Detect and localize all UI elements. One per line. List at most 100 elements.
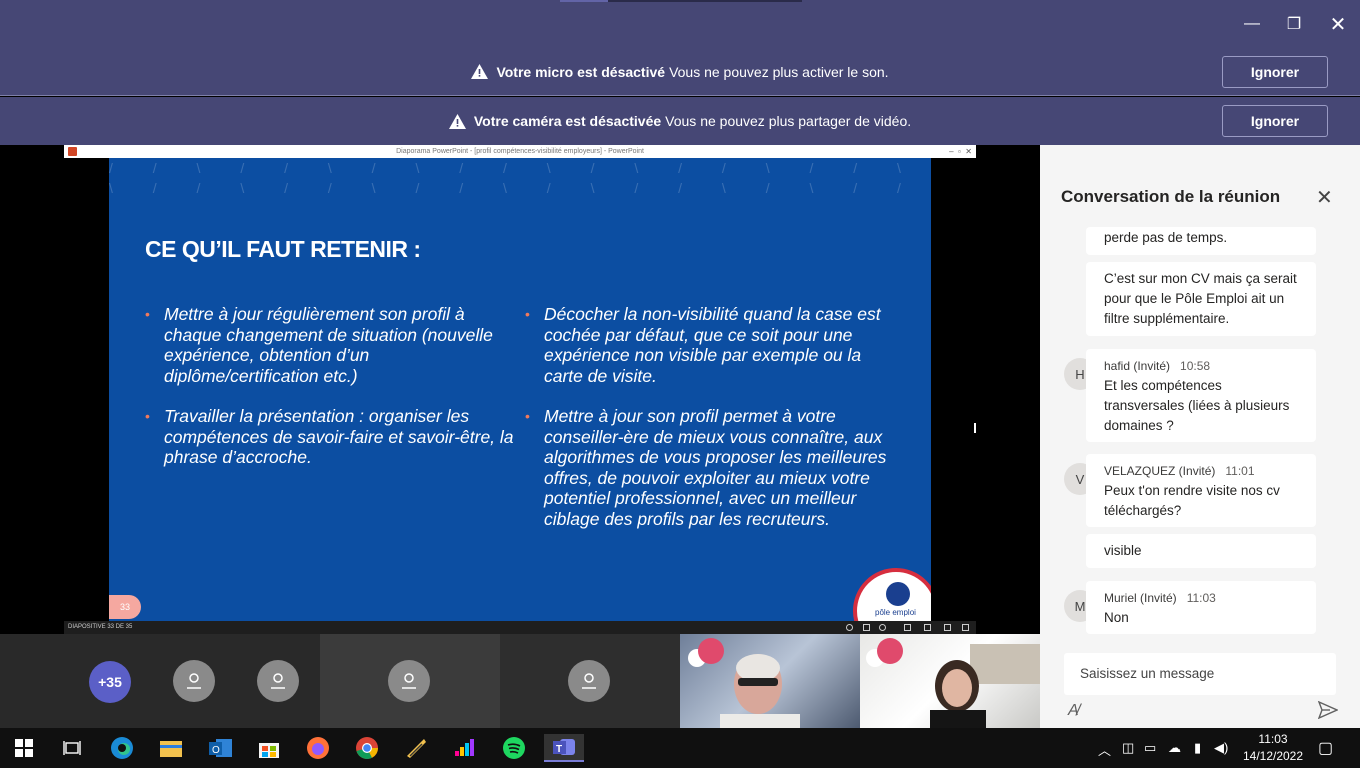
message-text: perde pas de temps. <box>1104 230 1228 245</box>
ppt-window-controls-icon: – ▫ ✕ <box>949 147 972 156</box>
next-icon[interactable] <box>879 624 886 631</box>
message-time: 11:01 <box>1225 464 1255 478</box>
close-window-icon[interactable]: ✕ <box>1326 12 1350 36</box>
micro-disabled-banner: Votre micro est désactivé Vous ne pouvez… <box>0 48 1360 96</box>
edge-icon[interactable] <box>108 734 136 762</box>
ppt-titlebar: Diaporama PowerPoint - [profil compétenc… <box>64 145 976 158</box>
microphone-icon[interactable]: ▮ <box>1194 740 1201 756</box>
pole-emploi-logo: pôle emploi <box>853 568 931 621</box>
task-view-icon[interactable] <box>58 734 86 762</box>
prev-icon[interactable] <box>846 624 853 631</box>
message-time: 10:58 <box>1180 359 1211 373</box>
person-icon <box>271 673 285 689</box>
logo-text: pôle emploi <box>875 608 916 617</box>
svg-text:T: T <box>556 744 562 755</box>
deezer-icon[interactable] <box>451 734 479 762</box>
message-meta: Muriel (Invité) 11:03 <box>1104 588 1298 608</box>
chat-message: visible <box>1086 534 1316 568</box>
view-icon[interactable] <box>924 624 931 631</box>
system-clock[interactable]: 11:03 14/12/2022 <box>1238 731 1308 765</box>
mouse-cursor <box>974 423 976 433</box>
volume-icon[interactable]: ◀) <box>1214 740 1228 756</box>
slide-right-column: Décocher la non-visibilité quand la case… <box>525 304 894 549</box>
participant-tile[interactable] <box>320 634 500 728</box>
message-text: Non <box>1104 610 1129 625</box>
powerpoint-icon <box>68 147 77 156</box>
clock-date: 14/12/2022 <box>1242 749 1304 763</box>
camera-disabled-banner: Votre caméra est désactivée Vous ne pouv… <box>0 97 1360 145</box>
chat-message: C’est sur mon CV mais ça serait pour que… <box>1086 262 1316 336</box>
message-text: Peux t'on rendre visite nos cv télécharg… <box>1104 483 1280 518</box>
banner-bold-text: Votre caméra est désactivée <box>473 113 662 129</box>
teams-titlebar: — ❐ ✕ <box>0 0 1360 48</box>
slide-bullet: Mettre à jour son profil permet à votre … <box>525 406 894 529</box>
participant-avatar[interactable] <box>173 660 215 702</box>
send-icon[interactable] <box>1317 700 1339 724</box>
message-author: hafid (Invité) <box>1104 359 1171 373</box>
participant-avatar <box>388 660 430 702</box>
chat-message: Muriel (Invité) 11:03 Non <box>1086 581 1316 634</box>
chevron-up-icon[interactable]: ︿ <box>1098 740 1111 759</box>
chrome-icon[interactable] <box>353 734 381 762</box>
spotify-icon[interactable] <box>500 734 528 762</box>
participant-tile-group: +35 <box>0 634 320 728</box>
chat-panel: Conversation de la réunion ✕ perde pas d… <box>1040 145 1360 728</box>
restore-icon[interactable]: ❐ <box>1282 12 1306 36</box>
svg-text:O: O <box>212 745 220 756</box>
ignore-button[interactable]: Ignorer <box>1222 105 1328 137</box>
tab-indicator-dark <box>608 0 802 2</box>
banner-text: Vous ne pouvez plus partager de vidéo. <box>665 113 912 129</box>
person-icon <box>582 673 596 689</box>
ppt-window-title: Diaporama PowerPoint - [profil compétenc… <box>396 148 644 155</box>
slide: / / \ / / \ / \ / / \ / \ / / \ / / \ / … <box>109 158 931 621</box>
message-text: visible <box>1104 543 1142 558</box>
banner-bold-text: Votre micro est désactivé <box>496 63 666 80</box>
message-time: 11:03 <box>1186 591 1216 605</box>
video-feed-image <box>866 638 1040 728</box>
slide-title: CE QU’IL FAUT RETENIR : <box>145 236 421 262</box>
message-text: C’est sur mon CV mais ça serait pour que… <box>1104 271 1297 326</box>
chat-message: VELAZQUEZ (Invité) 11:01 Peux t'on rendr… <box>1086 454 1316 527</box>
warning-icon <box>448 113 466 129</box>
slide-bullet: Décocher la non-visibilité quand la case… <box>525 304 894 386</box>
clock-time: 11:03 <box>1258 732 1288 746</box>
grid-icon[interactable] <box>904 624 911 631</box>
teams-taskbar-icon[interactable]: T <box>544 734 584 762</box>
participant-avatar[interactable] <box>257 660 299 702</box>
logo-mark <box>886 582 910 606</box>
store-icon[interactable] <box>255 734 283 762</box>
person-icon <box>402 673 416 689</box>
file-explorer-icon[interactable] <box>157 734 185 762</box>
reading-icon[interactable] <box>944 624 951 631</box>
message-author: VELAZQUEZ (Invité) <box>1104 464 1216 478</box>
chat-message-input[interactable]: Saisissez un message <box>1064 653 1336 695</box>
slide-bullet: Mettre à jour régulièrement son profil à… <box>145 304 514 386</box>
shared-screen: Diaporama PowerPoint - [profil compétenc… <box>0 145 1040 634</box>
windows-start-icon[interactable] <box>10 734 38 762</box>
participant-video-man[interactable] <box>680 634 860 728</box>
notes-icon[interactable] <box>863 624 870 631</box>
message-meta: VELAZQUEZ (Invité) 11:01 <box>1104 461 1298 481</box>
participant-video-woman[interactable] <box>860 634 1040 728</box>
format-icon[interactable]: A̸ <box>1068 702 1079 720</box>
outlook-icon[interactable]: O <box>206 734 234 762</box>
message-author: Muriel (Invité) <box>1104 591 1177 605</box>
firefox-icon[interactable] <box>304 734 332 762</box>
camera-tray-icon[interactable]: ◫ <box>1122 740 1134 756</box>
message-meta: hafid (Invité) 10:58 <box>1104 356 1298 376</box>
slide-counter: DIAPOSITIVE 33 DE 35 <box>68 624 133 630</box>
chat-message: hafid (Invité) 10:58 Et les compétences … <box>1086 349 1316 442</box>
participant-avatar <box>568 660 610 702</box>
ignore-button[interactable]: Ignorer <box>1222 56 1328 88</box>
participant-tile[interactable] <box>500 634 680 728</box>
tool-icon[interactable] <box>402 734 430 762</box>
slide-bullet: Travailler la présentation : organiser l… <box>145 406 514 468</box>
slideshow-icon[interactable] <box>962 624 969 631</box>
network-icon[interactable]: ▭ <box>1144 740 1156 756</box>
close-chat-icon[interactable]: ✕ <box>1316 185 1333 210</box>
notification-icon[interactable]: ▢ <box>1318 738 1333 758</box>
minimize-icon[interactable]: — <box>1240 12 1264 36</box>
more-participants-button[interactable]: +35 <box>89 661 131 703</box>
onedrive-icon[interactable]: ☁ <box>1168 740 1181 756</box>
slide-left-column: Mettre à jour régulièrement son profil à… <box>145 304 514 488</box>
